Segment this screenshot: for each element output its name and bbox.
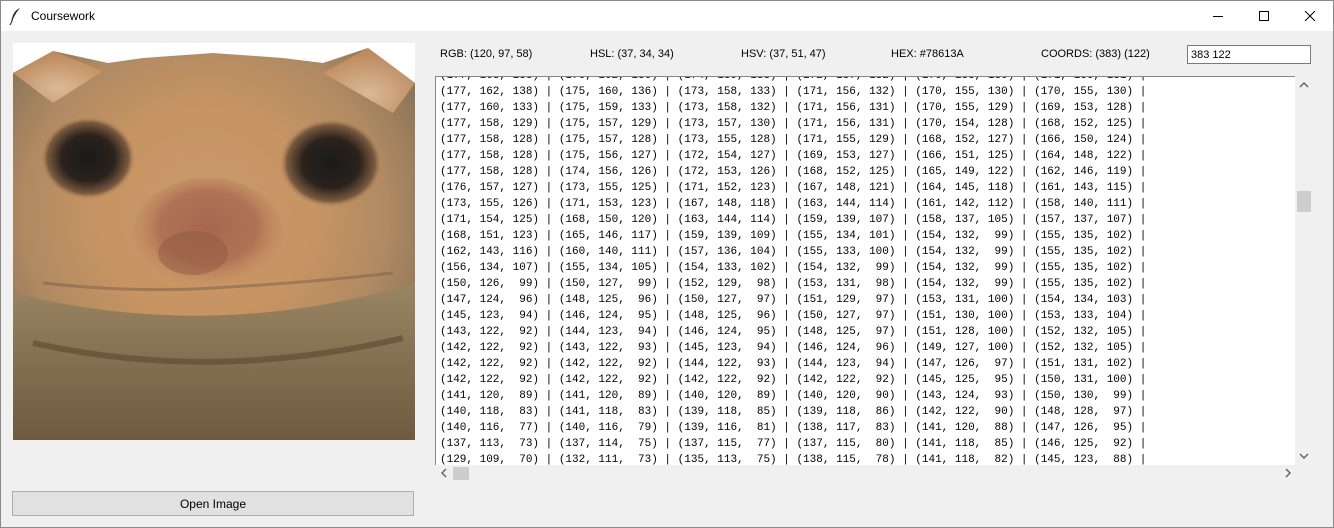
pixel-row: (142, 122, 92) | (143, 122, 93) | (145, … [440,342,1147,354]
rgb-readout: RGB: (120, 97, 58) [440,48,533,60]
hsl-readout: HSL: (37, 34, 34) [590,48,674,60]
horizontal-scroll-thumb[interactable] [453,467,469,480]
cat-image [13,43,415,440]
pixel-row: (171, 154, 125) | (168, 150, 120) | (163… [440,214,1147,226]
horizontal-scrollbar[interactable] [435,465,1295,482]
pixel-row: (137, 113, 73) | (137, 114, 75) | (137, … [440,438,1147,450]
vertical-scroll-thumb[interactable] [1297,191,1311,212]
hex-readout: HEX: #78613A [891,48,964,60]
pixel-values-textbox[interactable]: (177, 163, 138) | (176, 162, 136) | (174… [435,76,1295,466]
chevron-left-icon[interactable] [440,468,448,478]
pixel-row: (168, 151, 123) | (165, 146, 117) | (159… [440,230,1147,242]
pixel-row: (177, 158, 128) | (175, 156, 127) | (172… [440,150,1147,162]
maximize-button[interactable] [1241,1,1287,31]
chevron-down-icon[interactable] [1299,452,1309,460]
pixel-row: (150, 126, 99) | (150, 127, 99) | (152, … [440,278,1147,290]
coordinate-input[interactable] [1187,45,1311,64]
image-canvas[interactable] [13,43,415,440]
minimize-icon [1213,16,1223,17]
pixel-row: (147, 124, 96) | (148, 125, 96) | (150, … [440,294,1147,306]
pixel-row: (129, 109, 70) | (132, 111, 73) | (135, … [440,454,1147,466]
pixel-row: (140, 118, 83) | (141, 118, 83) | (139, … [440,406,1147,418]
pixel-row: (177, 163, 138) | (176, 162, 136) | (174… [440,76,1147,82]
pixel-row: (173, 155, 126) | (171, 153, 123) | (167… [440,198,1147,210]
pixel-row: (145, 123, 94) | (146, 124, 95) | (148, … [440,310,1147,322]
pixel-row: (141, 120, 89) | (141, 120, 89) | (140, … [440,390,1147,402]
pixel-row: (140, 116, 77) | (140, 116, 79) | (139, … [440,422,1147,434]
open-image-button[interactable]: Open Image [12,491,414,516]
pixel-row: (176, 157, 127) | (173, 155, 125) | (171… [440,182,1147,194]
pixel-row: (177, 162, 138) | (175, 160, 136) | (173… [440,86,1147,98]
maximize-icon [1259,11,1269,21]
pixel-row: (177, 158, 129) | (175, 157, 129) | (173… [440,118,1147,130]
pixel-row: (142, 122, 92) | (142, 122, 92) | (144, … [440,358,1147,370]
pixel-row: (142, 122, 92) | (142, 122, 92) | (142, … [440,374,1147,386]
chevron-up-icon[interactable] [1299,81,1309,89]
close-icon [1304,10,1316,22]
pixel-row: (162, 143, 116) | (160, 140, 111) | (157… [440,246,1147,258]
pixel-row: (156, 134, 107) | (155, 134, 105) | (154… [440,262,1147,274]
vertical-scrollbar[interactable] [1295,76,1312,465]
close-button[interactable] [1287,1,1333,31]
coords-readout: COORDS: (383) (122) [1041,48,1150,60]
minimize-button[interactable] [1195,1,1241,31]
pixel-row: (143, 122, 92) | (144, 123, 94) | (146, … [440,326,1147,338]
pixel-row: (177, 158, 128) | (174, 156, 126) | (172… [440,166,1147,178]
pixel-row: (177, 158, 128) | (175, 157, 128) | (173… [440,134,1147,146]
window-title: Coursework [31,9,96,23]
pixel-row: (177, 160, 133) | (175, 159, 133) | (173… [440,102,1147,114]
feather-icon [9,8,20,25]
pixel-values-text: (177, 163, 138) | (176, 162, 136) | (174… [440,76,1147,466]
app-window: Coursework Open Image RGB: (120, 97, 58)… [0,0,1334,528]
chevron-right-icon[interactable] [1284,468,1292,478]
title-bar: Coursework [1,1,1333,31]
hsv-readout: HSV: (37, 51, 47) [741,48,826,60]
